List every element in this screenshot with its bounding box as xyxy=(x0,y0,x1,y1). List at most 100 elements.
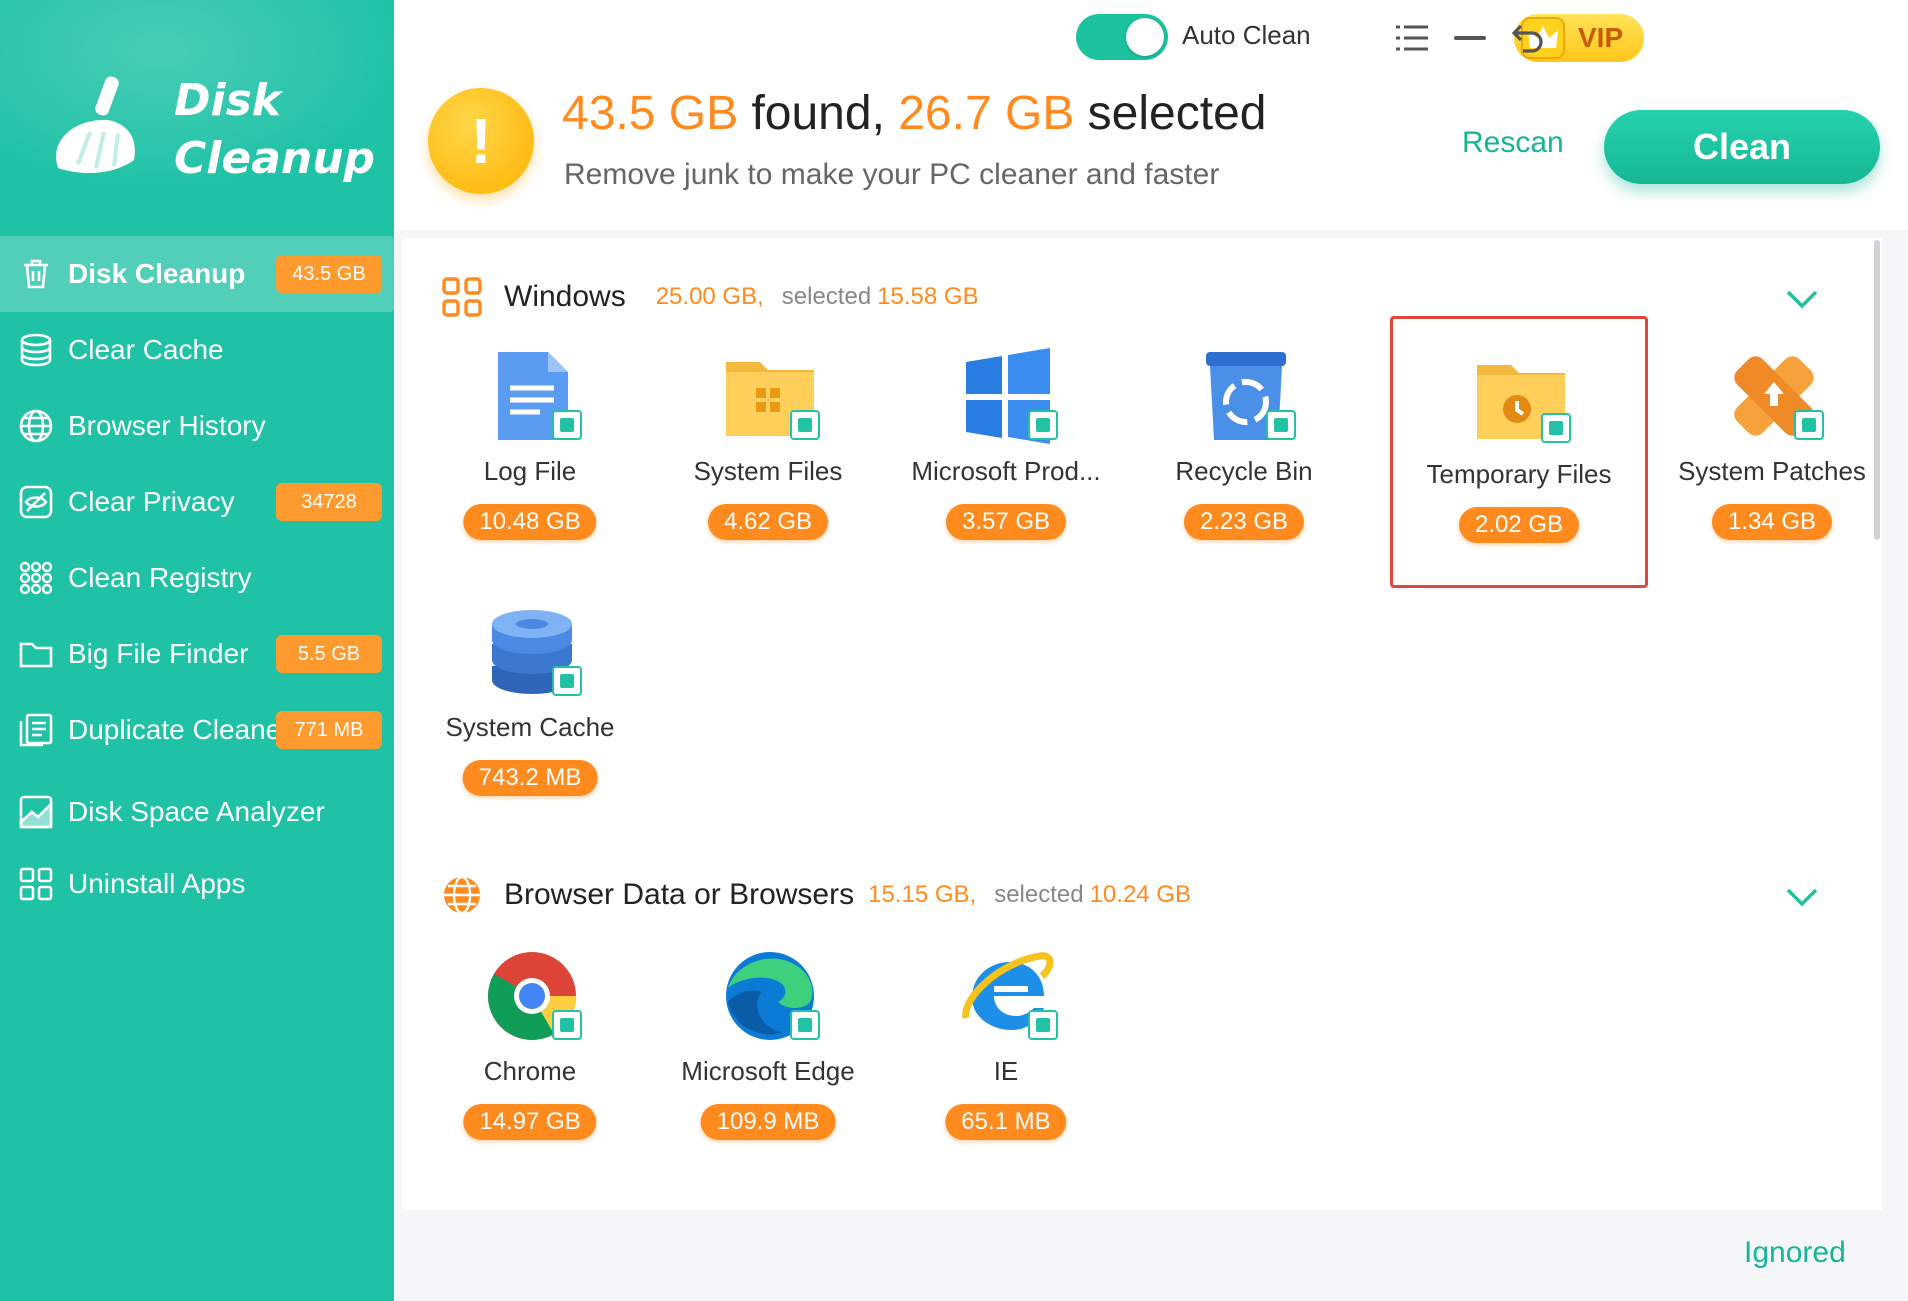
scan-subtitle: Remove junk to make your PC cleaner and … xyxy=(564,158,1220,191)
item-microsoft-products[interactable]: Microsoft Prod... 3.57 GB xyxy=(890,338,1122,602)
item-checkbox[interactable] xyxy=(552,666,582,696)
section-selected-size: 10.24 GB xyxy=(1089,881,1191,908)
item-size: 14.97 GB xyxy=(463,1104,597,1140)
folder-icon xyxy=(16,634,56,674)
found-word: found, xyxy=(738,87,899,140)
selected-word: selected xyxy=(1074,87,1267,140)
sidebar: Disk Cleanup Disk Cleanup 43.5 GB Clear … xyxy=(0,0,394,1301)
back-icon[interactable] xyxy=(1506,16,1550,60)
sidebar-item-label: Disk Space Analyzer xyxy=(68,796,325,827)
database-icon xyxy=(16,330,56,370)
item-system-files[interactable]: System Files 4.62 GB xyxy=(652,338,884,602)
item-checkbox[interactable] xyxy=(552,1010,582,1040)
item-checkbox[interactable] xyxy=(1028,1010,1058,1040)
results-panel: Windows 25.00 GB , selected 15.58 GB Log… xyxy=(402,238,1882,1210)
item-size: 4.62 GB xyxy=(707,504,829,540)
item-chrome[interactable]: Chrome 14.97 GB xyxy=(414,938,646,1202)
app-title: Disk Cleanup xyxy=(174,72,375,188)
grid-dots-icon xyxy=(16,558,56,598)
sidebar-item-clean-registry[interactable]: Clean Registry xyxy=(0,540,394,616)
item-ie[interactable]: IE 65.1 MB xyxy=(890,938,1122,1202)
sidebar-item-label: Disk Cleanup xyxy=(68,258,246,289)
vip-label: VIP xyxy=(1578,22,1624,53)
item-size: 65.1 MB xyxy=(945,1104,1067,1140)
clean-button[interactable]: Clean xyxy=(1604,110,1880,184)
item-checkbox[interactable] xyxy=(790,1010,820,1040)
globe-icon xyxy=(444,875,480,915)
scrollbar[interactable] xyxy=(1874,240,1880,540)
sidebar-item-label: Clear Privacy xyxy=(68,486,235,517)
broom-logo-icon xyxy=(56,76,135,174)
eye-off-icon xyxy=(16,482,56,522)
sidebar-item-badge: 771 MB xyxy=(276,711,382,749)
found-size: 43.5 GB xyxy=(562,87,739,140)
section-browsers-header: Browser Data or Browsers 15.15 GB , sele… xyxy=(440,872,1191,918)
sidebar-item-label: Duplicate Cleaner xyxy=(68,714,291,745)
item-checkbox[interactable] xyxy=(1266,410,1296,440)
chevron-down-icon[interactable] xyxy=(1782,284,1822,312)
section-selected-label: selected xyxy=(781,283,872,310)
auto-clean-toggle[interactable] xyxy=(1076,14,1168,60)
section-size: 15.15 GB xyxy=(868,881,970,908)
item-name: Microsoft Edge xyxy=(681,1056,855,1086)
sidebar-item-uninstall-apps[interactable]: Uninstall Apps xyxy=(0,846,394,922)
item-size: 1.34 GB xyxy=(1711,504,1833,540)
sidebar-item-label: Uninstall Apps xyxy=(68,868,246,899)
ignored-link[interactable]: Ignored xyxy=(1744,1236,1846,1270)
item-microsoft-edge[interactable]: Microsoft Edge 109.9 MB xyxy=(652,938,884,1202)
minimize-icon[interactable] xyxy=(1448,16,1492,60)
sidebar-item-browser-history[interactable]: Browser History xyxy=(0,388,394,464)
sidebar-item-duplicate-cleaner[interactable]: Duplicate Cleaner 771 MB xyxy=(0,692,394,768)
section-selected-size: 15.58 GB xyxy=(877,283,979,310)
trash-icon xyxy=(16,254,56,294)
item-recycle-bin[interactable]: Recycle Bin 2.23 GB xyxy=(1128,338,1360,602)
app-title-line2: Cleanup xyxy=(174,133,376,184)
item-checkbox[interactable] xyxy=(1541,413,1571,443)
duplicate-icon xyxy=(16,710,56,750)
menu-icon[interactable] xyxy=(1390,16,1434,60)
item-system-patches[interactable]: System Patches 1.34 GB xyxy=(1656,338,1882,602)
apps-icon xyxy=(16,864,56,904)
item-temporary-files[interactable]: Temporary Files 2.02 GB xyxy=(1390,316,1648,588)
item-log-file[interactable]: Log File 10.48 GB xyxy=(414,338,646,602)
sidebar-item-disk-space-analyzer[interactable]: Disk Space Analyzer xyxy=(0,774,394,850)
sidebar-item-badge: 34728 xyxy=(276,483,382,521)
item-size: 109.9 MB xyxy=(700,1104,836,1140)
sidebar-item-label: Clean Registry xyxy=(68,562,252,593)
chevron-down-icon[interactable] xyxy=(1782,882,1822,910)
item-name: Microsoft Prod... xyxy=(911,456,1101,486)
sidebar-item-disk-cleanup[interactable]: Disk Cleanup 43.5 GB xyxy=(0,236,394,312)
item-size: 2.02 GB xyxy=(1458,507,1580,543)
sidebar-item-label: Clear Cache xyxy=(68,334,224,365)
sidebar-item-big-file-finder[interactable]: Big File Finder 5.5 GB xyxy=(0,616,394,692)
warning-icon: ! xyxy=(428,88,534,194)
sidebar-item-label: Browser History xyxy=(68,410,266,441)
rescan-link[interactable]: Rescan xyxy=(1462,126,1564,160)
app-title-line1: Disk xyxy=(174,75,282,126)
sidebar-nav: Disk Cleanup 43.5 GB Clear Cache Browser… xyxy=(0,236,394,922)
item-name: System Files xyxy=(693,456,843,486)
item-checkbox[interactable] xyxy=(1794,410,1824,440)
item-name: Chrome xyxy=(483,1056,577,1086)
section-separator: , xyxy=(969,881,977,908)
scan-summary: 43.5 GB found, 26.7 GB selected xyxy=(562,86,1266,141)
sidebar-item-clear-privacy[interactable]: Clear Privacy 34728 xyxy=(0,464,394,540)
auto-clean-label: Auto Clean xyxy=(1182,20,1311,50)
sidebar-item-label: Big File Finder xyxy=(68,638,249,669)
section-size: 25.00 GB xyxy=(655,283,758,310)
section-title: Windows xyxy=(504,280,626,313)
item-name: System Cache xyxy=(445,712,615,742)
chart-icon xyxy=(16,792,56,832)
item-size: 3.57 GB xyxy=(945,504,1067,540)
sidebar-item-clear-cache[interactable]: Clear Cache xyxy=(0,312,394,388)
item-size: 10.48 GB xyxy=(463,504,597,540)
item-size: 743.2 MB xyxy=(462,760,598,796)
item-system-cache[interactable]: System Cache 743.2 MB xyxy=(414,594,646,858)
item-checkbox[interactable] xyxy=(790,410,820,440)
item-size: 2.23 GB xyxy=(1183,504,1305,540)
item-checkbox[interactable] xyxy=(552,410,582,440)
windows-grid-icon xyxy=(442,277,482,317)
item-checkbox[interactable] xyxy=(1028,410,1058,440)
item-name: IE xyxy=(993,1056,1019,1086)
sidebar-item-badge: 43.5 GB xyxy=(276,255,382,293)
